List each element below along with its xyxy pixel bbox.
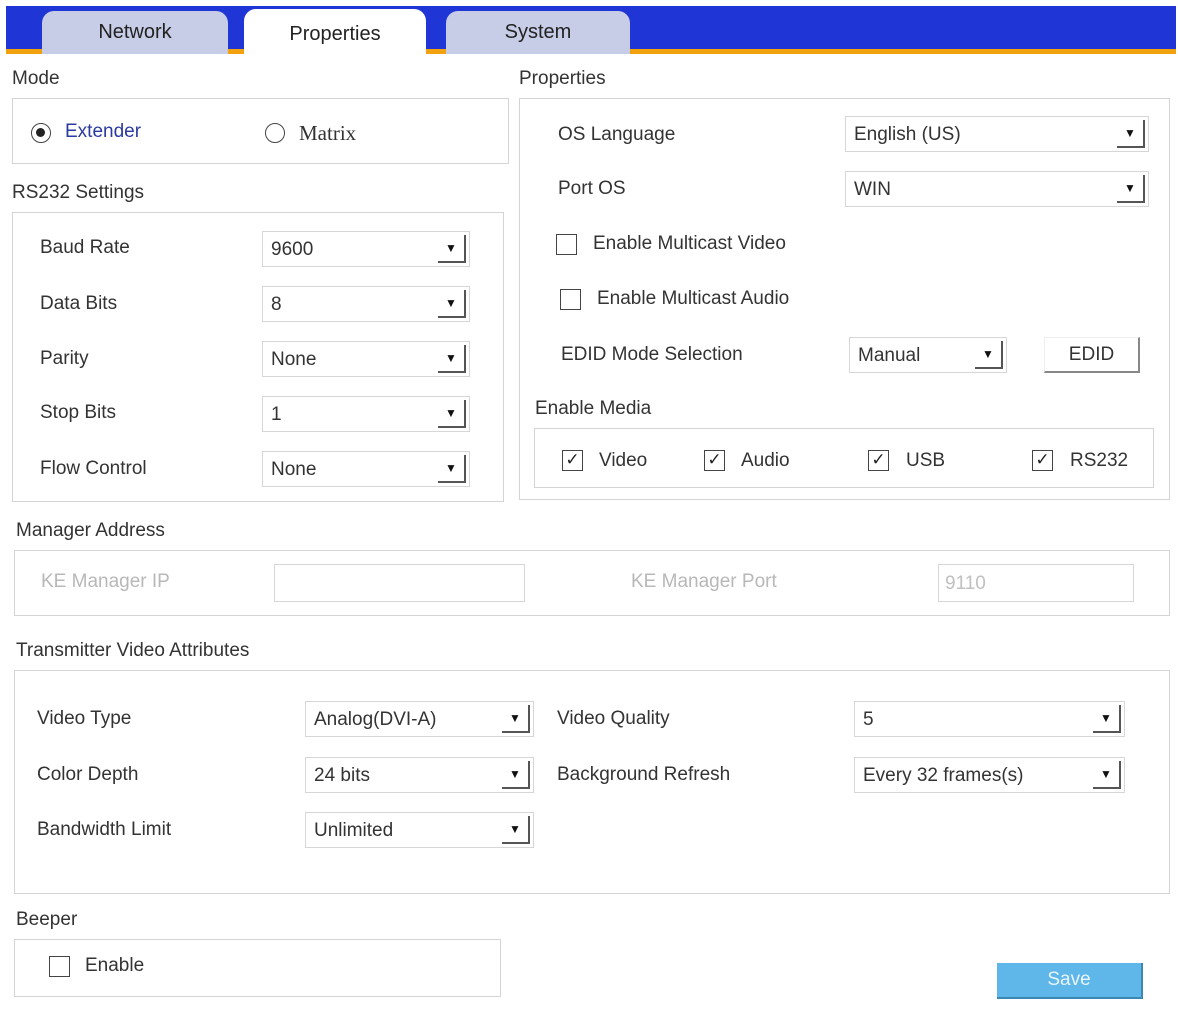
parity-select[interactable]: None ▼ [262,341,470,377]
manager-address-group: KE Manager IP KE Manager Port 9110 [14,550,1170,616]
media-video-checkbox[interactable]: ✓ [562,450,583,471]
properties-title: Properties [519,68,606,89]
multicast-audio-label[interactable]: Enable Multicast Audio [597,288,789,310]
chevron-down-icon[interactable]: ▼ [502,816,530,844]
multicast-video-label[interactable]: Enable Multicast Video [593,233,786,255]
chevron-down-icon[interactable]: ▼ [975,341,1003,369]
color-depth-select[interactable]: 24 bits ▼ [305,757,534,793]
beeper-group: Enable [14,939,501,997]
extender-radio[interactable] [31,123,51,143]
edid-button[interactable]: EDID [1044,337,1140,373]
port-os-select[interactable]: WIN ▼ [845,171,1149,207]
edid-mode-label: EDID Mode Selection [561,344,743,365]
stop-bits-select[interactable]: 1 ▼ [262,396,470,432]
flow-control-label: Flow Control [40,458,147,479]
chevron-down-icon[interactable]: ▼ [438,400,466,428]
media-rs232-label[interactable]: RS232 [1070,450,1128,472]
parity-label: Parity [40,348,89,369]
ke-manager-port-label: KE Manager Port [631,571,777,592]
media-audio-checkbox[interactable]: ✓ [704,450,725,471]
video-type-label: Video Type [37,708,132,729]
edid-mode-select[interactable]: Manual ▼ [849,337,1007,373]
os-language-label: OS Language [558,124,676,145]
chevron-down-icon[interactable]: ▼ [502,761,530,789]
data-bits-select[interactable]: 8 ▼ [262,286,470,322]
beeper-enable-label[interactable]: Enable [85,955,144,977]
video-attributes-title: Transmitter Video Attributes [16,640,250,661]
baud-rate-label: Baud Rate [40,237,130,258]
matrix-label[interactable]: Matrix [299,121,356,146]
chevron-down-icon[interactable]: ▼ [438,235,466,263]
stop-bits-label: Stop Bits [40,402,117,423]
save-button[interactable]: Save [997,963,1143,999]
chevron-down-icon[interactable]: ▼ [438,290,466,318]
port-os-label: Port OS [558,178,626,199]
bandwidth-limit-select[interactable]: Unlimited ▼ [305,812,534,848]
enable-media-title: Enable Media [535,398,652,419]
rs232-title: RS232 Settings [12,182,145,203]
mode-group: Extender Matrix [12,98,509,164]
ke-manager-ip-label: KE Manager IP [41,571,170,592]
media-audio-label[interactable]: Audio [741,450,790,472]
video-quality-select[interactable]: 5 ▼ [854,701,1125,737]
bandwidth-limit-label: Bandwidth Limit [37,819,172,840]
chevron-down-icon[interactable]: ▼ [502,705,530,733]
tab-network[interactable]: Network [42,11,228,54]
video-attributes-group: Video Type Analog(DVI-A) ▼ Color Depth 24… [14,670,1170,894]
video-type-select[interactable]: Analog(DVI-A) ▼ [305,701,534,737]
extender-label[interactable]: Extender [65,121,141,143]
multicast-audio-checkbox[interactable] [560,289,581,310]
baud-rate-select[interactable]: 9600 ▼ [262,231,470,267]
manager-address-title: Manager Address [16,520,165,541]
properties-window: Network Properties System Mode Extender … [0,0,1178,1023]
background-refresh-label: Background Refresh [557,764,731,785]
chevron-down-icon[interactable]: ▼ [438,455,466,483]
media-rs232-checkbox[interactable]: ✓ [1032,450,1053,471]
ke-manager-port-input[interactable]: 9110 [938,564,1134,602]
os-language-select[interactable]: English (US) ▼ [845,116,1149,152]
flow-control-select[interactable]: None ▼ [262,451,470,487]
matrix-radio[interactable] [265,123,285,143]
tab-system[interactable]: System [446,11,630,54]
background-refresh-select[interactable]: Every 32 frames(s) ▼ [854,757,1125,793]
ke-manager-ip-input[interactable] [274,564,525,602]
media-usb-checkbox[interactable]: ✓ [868,450,889,471]
beeper-title: Beeper [16,909,78,930]
media-usb-label[interactable]: USB [906,450,945,472]
chevron-down-icon[interactable]: ▼ [438,345,466,373]
video-quality-label: Video Quality [557,708,670,729]
data-bits-label: Data Bits [40,293,118,314]
multicast-video-checkbox[interactable] [556,234,577,255]
chevron-down-icon[interactable]: ▼ [1093,705,1121,733]
tab-properties[interactable]: Properties [244,9,426,59]
rs232-group: Baud Rate 9600 ▼ Data Bits 8 ▼ Parity None… [12,212,504,502]
chevron-down-icon[interactable]: ▼ [1117,120,1145,148]
color-depth-label: Color Depth [37,764,139,785]
tab-bar: Network Properties System [6,6,1176,59]
media-video-label[interactable]: Video [599,450,647,472]
enable-media-group: ✓ Video ✓ Audio ✓ USB ✓ RS232 [534,428,1154,488]
beeper-enable-checkbox[interactable] [49,956,70,977]
chevron-down-icon[interactable]: ▼ [1117,175,1145,203]
chevron-down-icon[interactable]: ▼ [1093,761,1121,789]
mode-title: Mode [12,68,60,89]
